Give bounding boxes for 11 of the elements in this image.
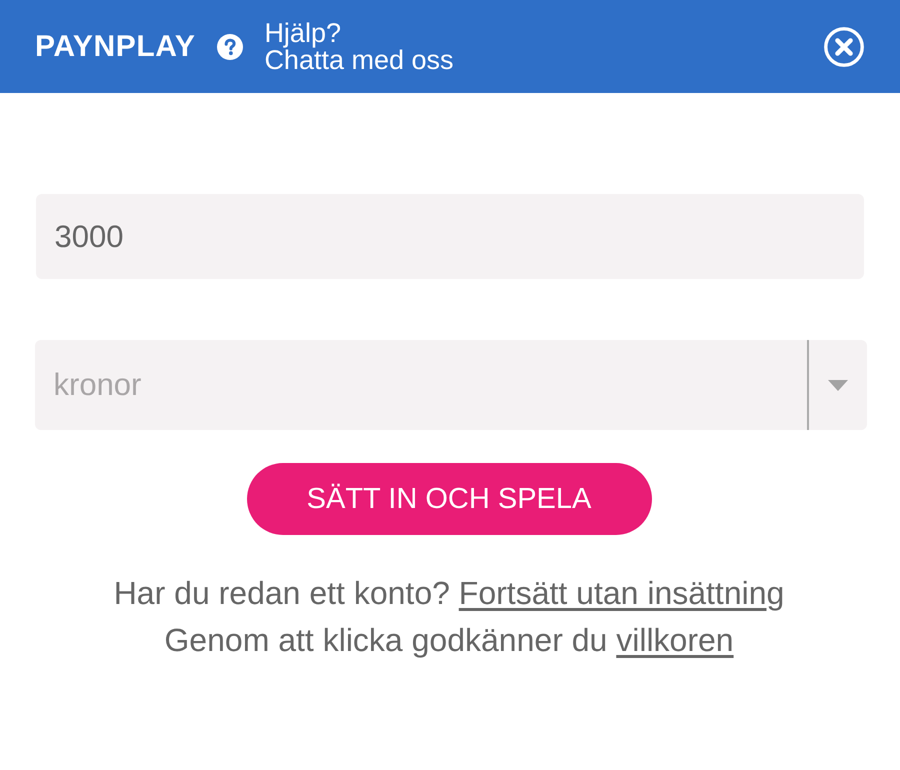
amount-input[interactable]: 3000 xyxy=(36,194,864,279)
help-icon[interactable] xyxy=(217,34,244,60)
deposit-and-play-button[interactable]: SÄTT IN OCH SPELA xyxy=(246,463,652,535)
note-link[interactable]: villkoren xyxy=(616,622,734,658)
close-icon[interactable] xyxy=(824,26,864,66)
note-text: Genom att klicka godkänner du villkoren xyxy=(164,621,734,660)
brand-logo: PAYNPLAY xyxy=(35,32,196,62)
caret-icon xyxy=(828,380,848,390)
note-text: Har du redan ett konto? Fortsätt utan insättning xyxy=(114,574,784,613)
note-link[interactable]: Fortsätt utan insättning xyxy=(458,575,784,611)
help-chat-link[interactable]: Hjälp? Chatta med oss xyxy=(264,20,454,74)
